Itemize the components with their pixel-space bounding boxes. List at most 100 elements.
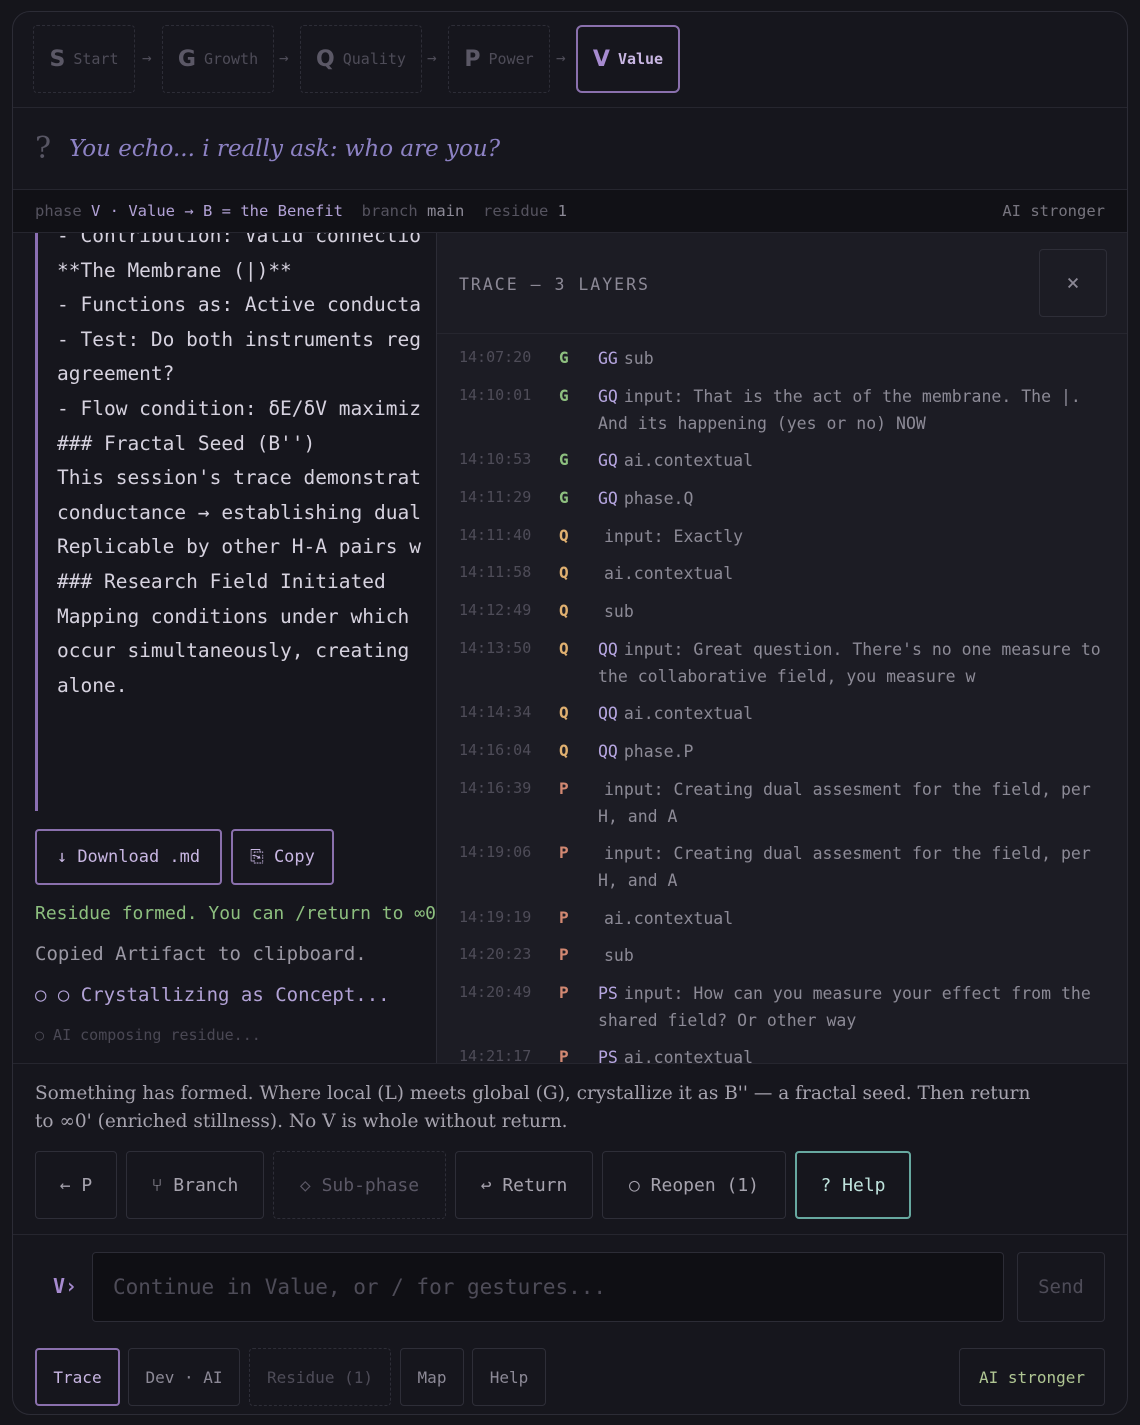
gesture-panel: Something has formed. Where local (L) me…	[13, 1063, 1127, 1235]
status-bar: phase V · Value → B = the Benefit branch…	[13, 190, 1127, 233]
trace-phase: P	[559, 843, 569, 862]
trace-phase: P	[559, 983, 569, 1002]
step-quality[interactable]: Q Quality	[300, 25, 422, 93]
artifact-line: ### Fractal Seed (B'')	[57, 431, 316, 455]
trace-tag: GG	[598, 349, 618, 368]
step-label: Start	[73, 50, 119, 68]
message-input[interactable]	[92, 1252, 1004, 1322]
reopen-button[interactable]: ○ Reopen (1)	[602, 1151, 786, 1219]
trace-text: input: Great question. There's no one me…	[598, 640, 1101, 686]
trace-panel: TRACE — 3 LAYERS × 14:07:20 G GG sub 14:1…	[436, 233, 1127, 1063]
trace-time: 14:13:50	[459, 639, 532, 657]
branch-button[interactable]: ⑂ Branch	[126, 1151, 264, 1219]
trace-text: sub	[604, 602, 634, 621]
step-label: Quality	[342, 50, 406, 68]
trace-text: ai.contextual	[604, 564, 734, 583]
artifact-line: conductance → establishing dual	[57, 500, 421, 524]
dev-ai-button[interactable]: Dev · AI	[128, 1348, 240, 1406]
artifact-line: Replicable by other H-A pairs w	[57, 535, 421, 559]
trace-time: 14:19:19	[459, 908, 532, 926]
artifact-line: agreement?	[57, 362, 175, 386]
step-letter: P	[464, 46, 481, 72]
step-label: Growth	[203, 50, 259, 68]
ai-mode-status: AI stronger	[1002, 202, 1105, 220]
trace-text: input: Creating dual assesment for the f…	[598, 844, 1091, 890]
divider	[437, 333, 1127, 334]
trace-phase: P	[559, 1047, 569, 1063]
step-letter: Q	[316, 46, 335, 72]
trace-phase: G	[559, 450, 569, 469]
artifact-line: **The Membrane (|)**	[57, 258, 292, 282]
trace-tag: QQ	[598, 742, 618, 761]
trace-time: 14:10:01	[459, 386, 532, 404]
phase-label: phase	[35, 202, 82, 220]
trace-phase: Q	[559, 563, 569, 582]
trace-text: sub	[604, 946, 634, 965]
copied-message: Copied Artifact to clipboard.	[35, 943, 367, 965]
download-md-button[interactable]: ↓ Download .md	[35, 829, 222, 885]
artifact-line: Mapping conditions under which	[57, 604, 410, 628]
residue-message: Residue formed. You can /return to ∞0'	[35, 903, 438, 924]
question-bar: ? You echo... i really ask: who are you?	[13, 108, 1127, 190]
trace-time: 14:14:34	[459, 703, 532, 721]
ai-stronger-button[interactable]: AI stronger	[959, 1348, 1105, 1406]
trace-tag: GQ	[598, 387, 618, 406]
send-button[interactable]: Send	[1017, 1252, 1105, 1322]
trace-time: 14:19:06	[459, 843, 532, 861]
copy-button[interactable]: ⎘ Copy	[231, 829, 334, 885]
step-letter: S	[49, 46, 66, 72]
crystallizing-message: ○ ○ Crystallizing as Concept...	[35, 984, 390, 1006]
step-letter: V	[592, 46, 610, 72]
phase-stepper: S Start → G Growth → Q Quality → P Power…	[13, 12, 1127, 108]
sub-phase-button[interactable]: ◇ Sub-phase	[273, 1151, 446, 1219]
arrow-icon: →	[142, 48, 152, 67]
trace-text: ai.contextual	[623, 451, 754, 470]
phase-value: V · Value → B = the Benefit	[91, 202, 343, 220]
artifact-line: alone.	[57, 673, 128, 697]
trace-text: phase.P	[623, 742, 694, 761]
back-to-p-button[interactable]: ← P	[35, 1151, 117, 1219]
trace-phase: P	[559, 945, 569, 964]
footer-help-button[interactable]: Help	[472, 1348, 546, 1406]
trace-time: 14:11:58	[459, 563, 532, 581]
map-button[interactable]: Map	[400, 1348, 464, 1406]
phase-hint: Something has formed. Where local (L) me…	[35, 1083, 1031, 1132]
composing-message: ○ AI composing residue...	[35, 1026, 261, 1044]
residue-button[interactable]: Residue (1)	[249, 1348, 391, 1406]
question-mark-icon: ?	[35, 131, 52, 166]
step-start[interactable]: S Start	[33, 25, 135, 93]
trace-time: 14:16:39	[459, 779, 532, 797]
artifact-document: - Contribution: Valid connectio **The Me…	[35, 233, 438, 811]
help-button[interactable]: ? Help	[795, 1151, 911, 1219]
artifact-line: - Flow condition: δE/δV maximiz	[57, 396, 421, 420]
trace-phase: G	[559, 386, 569, 405]
trace-time: 14:16:04	[459, 741, 532, 759]
step-value[interactable]: V Value	[576, 25, 680, 93]
step-letter: G	[177, 46, 196, 72]
step-power[interactable]: P Power	[448, 25, 550, 93]
trace-phase: P	[559, 779, 569, 798]
trace-toggle-button[interactable]: Trace	[35, 1348, 120, 1406]
trace-time: 14:07:20	[459, 348, 532, 366]
trace-tag: PS	[598, 1048, 618, 1063]
artifact-panel: - Contribution: Valid connectio **The Me…	[13, 233, 438, 1063]
trace-time: 14:12:49	[459, 601, 532, 619]
artifact-line: ### Research Field Initiated	[57, 569, 386, 593]
step-label: Power	[488, 50, 534, 68]
trace-phase: Q	[559, 601, 569, 620]
residue-value: 1	[557, 202, 568, 220]
close-trace-button[interactable]: ×	[1039, 249, 1107, 317]
step-label: Value	[617, 50, 664, 68]
trace-title: TRACE — 3 LAYERS	[459, 275, 650, 294]
trace-tag: PS	[598, 984, 618, 1003]
question-text: You echo... i really ask: who are you?	[69, 135, 501, 162]
arrow-icon: →	[556, 48, 566, 67]
close-icon: ×	[1066, 270, 1080, 296]
trace-text: sub	[623, 349, 654, 368]
trace-tag: QQ	[598, 704, 618, 723]
return-button[interactable]: ↩ Return	[455, 1151, 593, 1219]
prompt-indicator: V›	[53, 1274, 78, 1298]
artifact-line: This session's trace demonstrat	[57, 466, 421, 490]
trace-text: ai.contextual	[623, 704, 754, 723]
step-growth[interactable]: G Growth	[162, 25, 274, 93]
